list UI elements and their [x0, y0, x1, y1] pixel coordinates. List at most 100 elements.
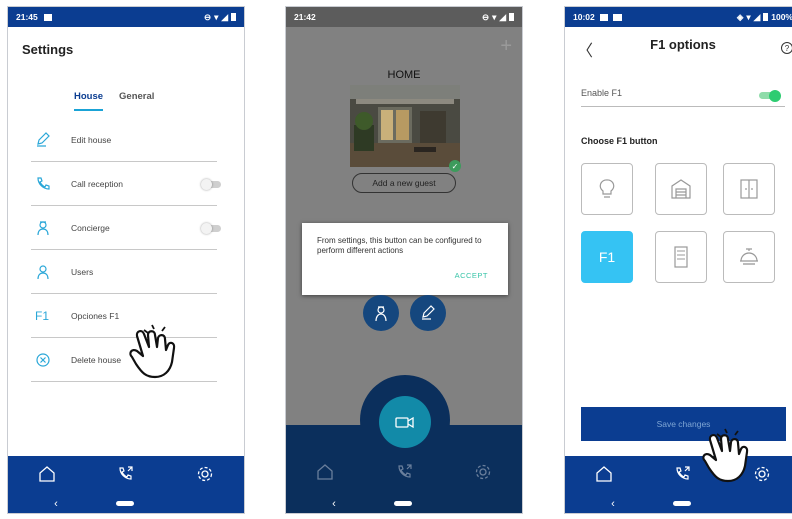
page-title: F1 options [650, 37, 716, 52]
info-dialog: From settings, this button can be config… [302, 223, 508, 295]
tile-f1[interactable]: F1 [581, 231, 633, 283]
settings-row-label: Users [71, 266, 94, 277]
f1-action-button[interactable] [410, 295, 446, 331]
enable-f1-row: Enable F1 [581, 85, 785, 107]
dnd-icon: ⊖ [482, 11, 490, 22]
check-icon: ✓ [449, 160, 461, 172]
dialog-message: From settings, this button can be config… [317, 236, 482, 255]
settings-row-concierge[interactable]: Concierge [31, 206, 221, 250]
concierge-action-button[interactable] [363, 295, 399, 331]
tab-bar: House General [74, 91, 184, 111]
signal-icon: ◢ [499, 11, 506, 22]
settings-row-label: Delete house [71, 354, 122, 365]
back-icon[interactable]: ‹ [611, 498, 615, 510]
bottom-nav [8, 456, 244, 492]
settings-row-label: Call reception [71, 178, 123, 189]
page-title: Settings [22, 42, 74, 57]
wifi-icon: ▾ [492, 11, 497, 22]
home-pill[interactable] [393, 501, 412, 506]
door-icon [674, 246, 688, 268]
back-icon[interactable]: ‹ [54, 498, 58, 510]
wifi-icon: ▾ [214, 11, 219, 22]
wifi-icon: ▾ [746, 11, 751, 22]
status-bar: 10:02 ◈ ▾ ◢ 100% [565, 7, 792, 27]
edit-icon [31, 131, 71, 148]
status-time: 21:45 [16, 12, 38, 22]
pointer-hand-icon [702, 428, 749, 483]
add-icon[interactable]: + [500, 35, 512, 58]
home-icon[interactable] [38, 465, 56, 483]
dnd-icon: ⊖ [204, 11, 212, 22]
settings-row-call-reception[interactable]: Call reception [31, 162, 221, 206]
edit-icon [422, 305, 435, 320]
enable-f1-toggle[interactable] [759, 90, 781, 102]
settings-row-label: Concierge [71, 222, 110, 233]
video-icon [612, 13, 622, 21]
rotate-icon: ◈ [736, 11, 744, 22]
call-icon[interactable] [674, 465, 692, 483]
system-nav: ‹ [8, 492, 244, 513]
status-time: 21:42 [294, 12, 316, 22]
tile-concierge[interactable] [723, 231, 775, 283]
tile-light[interactable] [581, 163, 633, 215]
home-icon[interactable] [316, 463, 334, 481]
f1-options-screen: 10:02 ◈ ▾ ◢ 100% 〈 F1 options ? Enable F1 C… [564, 6, 792, 514]
video-camera-icon [395, 416, 414, 429]
status-icons: ◈ ▾ ◢ 100% [737, 12, 792, 23]
choose-f1-label: Choose F1 button [581, 136, 658, 146]
f1-icon: F1 [35, 308, 50, 323]
status-bar: 21:42 ⊖ ▾ ◢ [286, 7, 522, 27]
user-icon [31, 264, 71, 280]
lightbulb-icon [599, 179, 615, 198]
status-icons: ⊖ ▾ ◢ [482, 12, 514, 23]
status-bar: 21:45 ⊖ ▾ ◢ [8, 7, 244, 27]
home-screen: 21:42 ⊖ ▾ ◢ + HOME ✓ Add a new guest From … [285, 6, 523, 514]
call-icon[interactable] [396, 463, 414, 481]
system-nav: ‹ [565, 492, 792, 513]
battery-icon [231, 13, 236, 21]
gear-icon[interactable] [196, 465, 214, 483]
image-icon [599, 13, 608, 21]
settings-screen: 21:45 ⊖ ▾ ◢ Settings House General Edit ho… [7, 6, 245, 514]
house-photo [350, 85, 460, 167]
phone-icon [31, 176, 71, 192]
call-icon[interactable] [117, 465, 135, 483]
home-pill[interactable] [672, 501, 691, 506]
tile-door[interactable] [655, 231, 707, 283]
bell-icon [740, 248, 758, 265]
tab-house[interactable]: House [74, 91, 104, 111]
signal-icon: ◢ [221, 11, 228, 22]
settings-row-label: Edit house [71, 134, 112, 145]
home-icon[interactable] [595, 465, 613, 483]
concierge-toggle[interactable] [201, 223, 221, 234]
image-icon [43, 13, 52, 21]
enable-f1-label: Enable F1 [581, 88, 623, 98]
system-nav: ‹ [286, 492, 522, 513]
tile-garage[interactable] [655, 163, 707, 215]
gear-icon[interactable] [474, 463, 492, 481]
home-pill[interactable] [115, 501, 134, 506]
status-icons: ⊖ ▾ ◢ [204, 12, 236, 23]
settings-row-edit-house[interactable]: Edit house [31, 118, 217, 162]
garage-icon [671, 179, 691, 199]
settings-row-label: Opciones F1 [71, 310, 120, 321]
back-icon[interactable]: ‹ [332, 498, 336, 510]
battery-icon [509, 13, 514, 21]
battery-icon [763, 13, 769, 21]
concierge-icon [31, 220, 71, 236]
pointer-hand-icon [129, 324, 176, 379]
help-icon[interactable]: ? [781, 42, 792, 54]
status-time: 10:02 [573, 12, 595, 22]
tile-gate[interactable] [723, 163, 775, 215]
signal-icon: ◢ [753, 11, 761, 22]
call-reception-toggle[interactable] [201, 179, 221, 190]
concierge-icon [375, 306, 387, 322]
accept-button[interactable]: ACCEPT [455, 271, 488, 280]
tab-general[interactable]: General [119, 91, 154, 111]
battery-percent: 100% [771, 12, 792, 22]
delete-icon [31, 352, 71, 368]
camera-button[interactable] [379, 396, 431, 448]
add-guest-button[interactable]: Add a new guest [352, 173, 456, 193]
settings-row-users[interactable]: Users [31, 250, 217, 294]
house-title: HOME [387, 69, 421, 81]
